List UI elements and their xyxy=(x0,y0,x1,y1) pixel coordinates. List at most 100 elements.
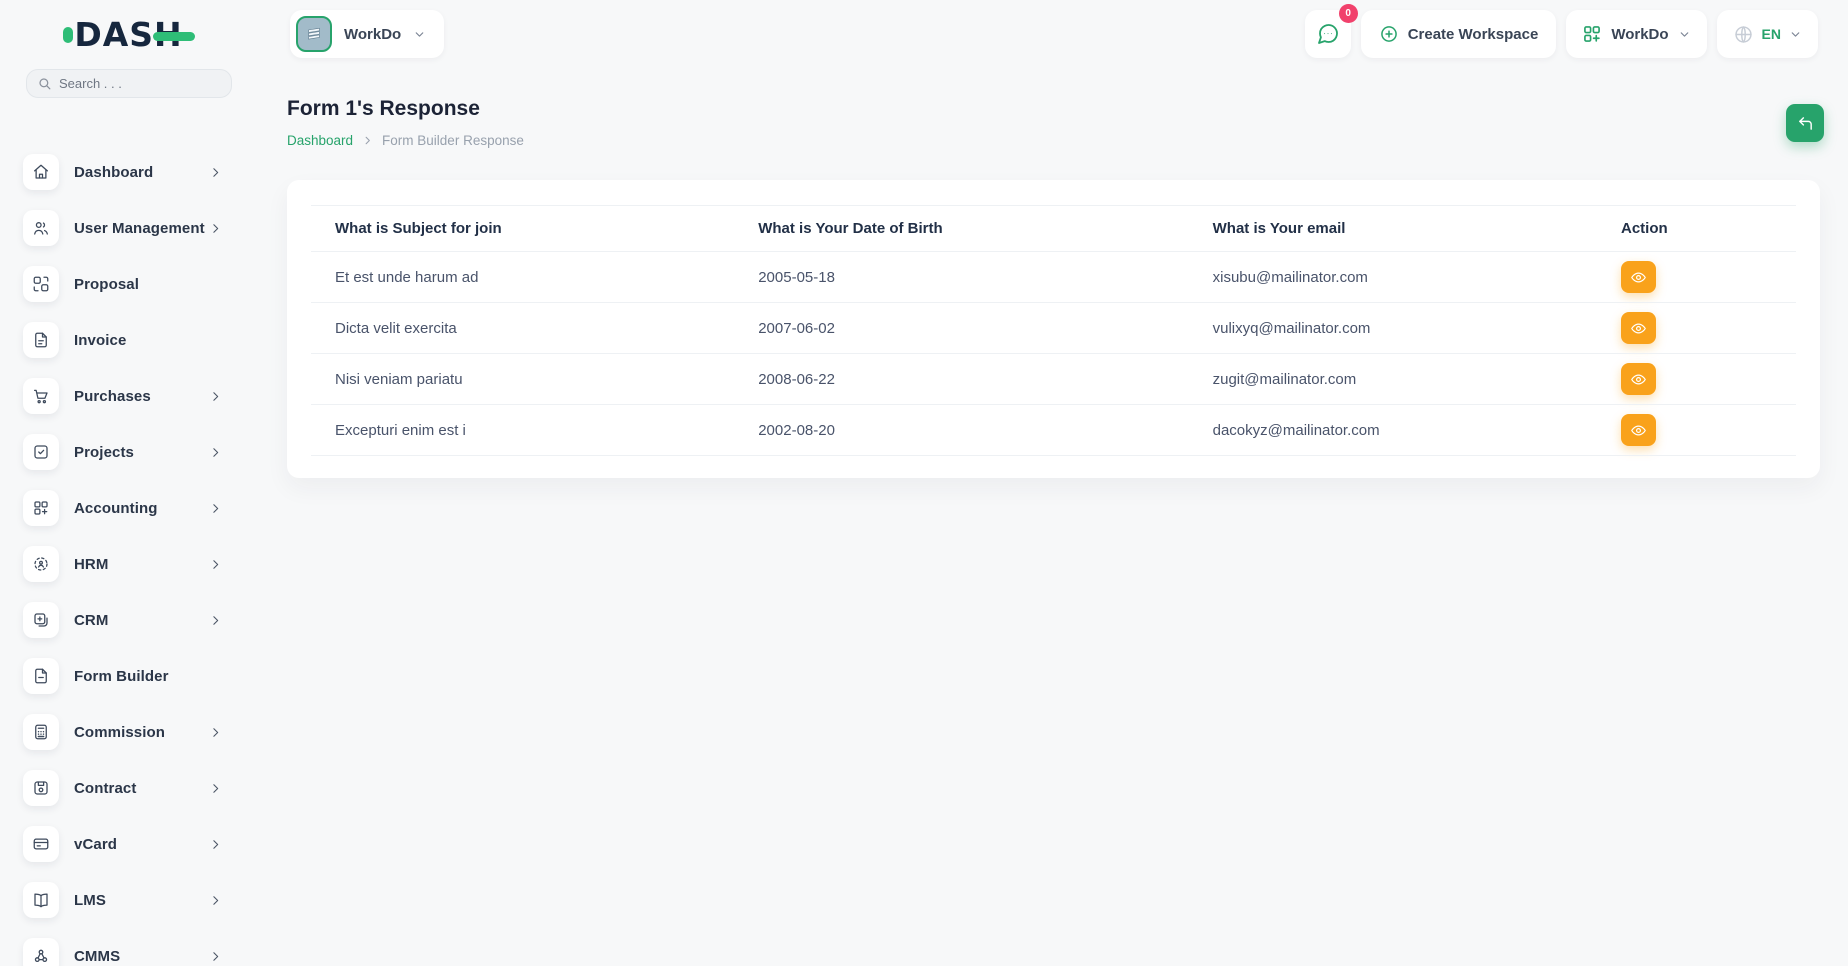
sidebar-item-label: LMS xyxy=(74,892,106,909)
sidebar-item-commission[interactable]: Commission xyxy=(0,704,258,760)
sidebar-item-lms[interactable]: LMS xyxy=(0,872,258,928)
chevron-right-icon xyxy=(209,726,222,739)
logo-dash-accent xyxy=(153,32,195,41)
sidebar-item-form-builder[interactable]: Form Builder xyxy=(0,648,258,704)
responses-table: What is Subject for join What is Your Da… xyxy=(311,205,1796,456)
eye-icon xyxy=(1630,422,1647,439)
sidebar-nav: Dashboard User Management Proposal xyxy=(0,144,258,966)
view-response-button[interactable] xyxy=(1621,414,1656,446)
workspace-switcher[interactable]: WorkDo xyxy=(290,10,444,58)
apps-dropdown-label: WorkDo xyxy=(1611,26,1668,43)
sidebar-item-accounting[interactable]: Accounting xyxy=(0,480,258,536)
apps-grid-plus-icon xyxy=(1582,24,1602,44)
view-response-button[interactable] xyxy=(1621,363,1656,395)
chevron-right-icon xyxy=(209,502,222,515)
globe-icon xyxy=(1733,24,1754,45)
cell-dob: 2005-05-18 xyxy=(734,252,1188,303)
sidebar-item-label: Form Builder xyxy=(74,668,169,685)
sidebar-item-label: HRM xyxy=(74,556,108,573)
users-icon xyxy=(23,210,59,246)
language-code: EN xyxy=(1762,26,1781,42)
sidebar-item-proposal[interactable]: Proposal xyxy=(0,256,258,312)
chevron-right-icon xyxy=(209,782,222,795)
sidebar-item-contract[interactable]: Contract xyxy=(0,760,258,816)
sidebar-item-vcard[interactable]: vCard xyxy=(0,816,258,872)
cell-subject: Nisi veniam pariatu xyxy=(311,354,734,405)
chevron-right-icon xyxy=(209,446,222,459)
column-header-dob: What is Your Date of Birth xyxy=(734,206,1188,252)
column-header-action: Action xyxy=(1597,206,1796,252)
swap-boxes-icon xyxy=(23,266,59,302)
save-icon xyxy=(23,770,59,806)
breadcrumb: Dashboard Form Builder Response xyxy=(287,133,524,148)
view-response-button[interactable] xyxy=(1621,261,1656,293)
sidebar: DASH Dashboard User Mana xyxy=(0,0,258,966)
sidebar-item-crm[interactable]: CRM xyxy=(0,592,258,648)
sidebar-item-label: Invoice xyxy=(74,332,126,349)
cell-dob: 2007-06-02 xyxy=(734,303,1188,354)
sidebar-item-projects[interactable]: Projects xyxy=(0,424,258,480)
sidebar-item-label: User Management xyxy=(74,220,205,237)
topbar-actions: 0 Create Workspace WorkDo EN xyxy=(1305,10,1818,58)
sidebar-item-label: Purchases xyxy=(74,388,151,405)
column-header-email: What is Your email xyxy=(1189,206,1597,252)
view-response-button[interactable] xyxy=(1621,312,1656,344)
sidebar-item-label: Contract xyxy=(74,780,136,797)
breadcrumb-current: Form Builder Response xyxy=(382,133,524,148)
create-workspace-button[interactable]: Create Workspace xyxy=(1361,10,1557,58)
apps-dropdown[interactable]: WorkDo xyxy=(1566,10,1706,58)
cell-dob: 2008-06-22 xyxy=(734,354,1188,405)
sidebar-item-label: Proposal xyxy=(74,276,139,293)
sidebar-item-label: CRM xyxy=(74,612,108,629)
workspace-avatar-building-icon xyxy=(296,16,332,52)
sidebar-item-invoice[interactable]: Invoice xyxy=(0,312,258,368)
sidebar-item-label: vCard xyxy=(74,836,117,853)
breadcrumb-chevron-icon xyxy=(362,135,373,146)
cell-email: zugit@mailinator.com xyxy=(1189,354,1597,405)
sidebar-item-label: Accounting xyxy=(74,500,158,517)
brand-logo[interactable]: DASH xyxy=(0,18,258,51)
breadcrumb-dashboard-link[interactable]: Dashboard xyxy=(287,133,353,148)
search-input[interactable] xyxy=(59,76,221,91)
calculator-icon xyxy=(23,714,59,750)
person-focus-icon xyxy=(23,546,59,582)
open-book-icon xyxy=(23,882,59,918)
box-plus-icon xyxy=(23,602,59,638)
chevron-right-icon xyxy=(209,950,222,963)
check-square-icon xyxy=(23,434,59,470)
sidebar-search[interactable] xyxy=(26,69,232,98)
sidebar-item-purchases[interactable]: Purchases xyxy=(0,368,258,424)
responses-card: What is Subject for join What is Your Da… xyxy=(287,180,1820,478)
chevron-right-icon xyxy=(209,838,222,851)
cell-subject: Dicta velit exercita xyxy=(311,303,734,354)
table-row: Nisi veniam pariatu 2008-06-22 zugit@mai… xyxy=(311,354,1796,405)
language-dropdown[interactable]: EN xyxy=(1717,10,1818,58)
messages-count-badge: 0 xyxy=(1339,4,1358,23)
file-icon xyxy=(23,658,59,694)
page-title: Form 1's Response xyxy=(287,97,480,121)
sidebar-item-user-management[interactable]: User Management xyxy=(0,200,258,256)
app-root: DASH Dashboard User Mana xyxy=(0,0,1848,966)
messages-button[interactable]: 0 xyxy=(1305,10,1351,58)
back-button[interactable] xyxy=(1786,104,1824,142)
eye-icon xyxy=(1630,371,1647,388)
sidebar-item-dashboard[interactable]: Dashboard xyxy=(0,144,258,200)
workspace-name: WorkDo xyxy=(344,26,401,43)
sidebar-item-hrm[interactable]: HRM xyxy=(0,536,258,592)
sidebar-item-label: Projects xyxy=(74,444,134,461)
shopping-cart-icon xyxy=(23,378,59,414)
cell-subject: Et est unde harum ad xyxy=(311,252,734,303)
cell-email: vulixyq@mailinator.com xyxy=(1189,303,1597,354)
cell-dob: 2002-08-20 xyxy=(734,405,1188,456)
sidebar-item-cmms[interactable]: CMMS xyxy=(0,928,258,966)
file-text-icon xyxy=(23,322,59,358)
cell-email: dacokyz@mailinator.com xyxy=(1189,405,1597,456)
eye-icon xyxy=(1630,320,1647,337)
logo-dot-accent xyxy=(63,27,73,43)
sidebar-item-label: Dashboard xyxy=(74,164,153,181)
chevron-right-icon xyxy=(209,894,222,907)
sidebar-item-label: CMMS xyxy=(74,948,120,965)
search-icon xyxy=(37,76,52,91)
chat-bubble-icon xyxy=(1316,22,1340,46)
chevron-right-icon xyxy=(209,222,222,235)
